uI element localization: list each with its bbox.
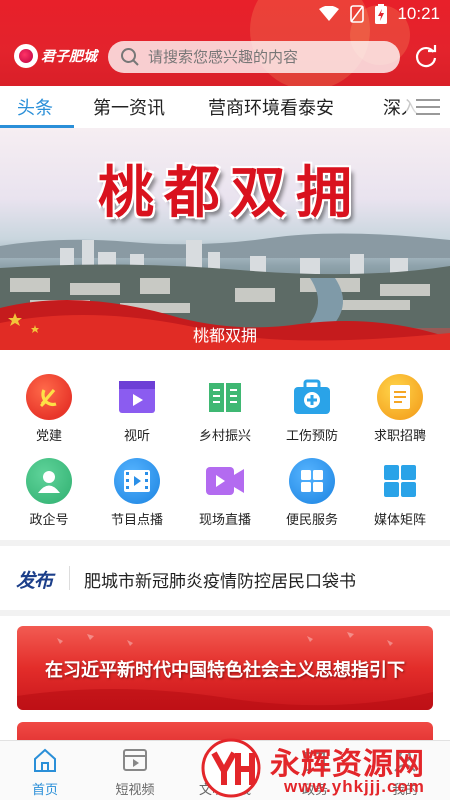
menu-icon <box>416 99 440 115</box>
grid-label: 节目点播 <box>110 513 163 528</box>
news-ticker[interactable]: 发布 肥城市新冠肺炎疫情防控居民口袋书 <box>0 546 450 610</box>
tab-business-environment[interactable]: 营商环境看泰安 <box>208 94 334 120</box>
grid-label: 便民服务 <box>285 513 338 528</box>
app-screen: 10:21 君子肥城 头条 第一资讯 营商环境看泰安 深入 <box>0 0 450 800</box>
nav-home[interactable]: 首页 <box>5 747 85 798</box>
banner-carousel[interactable]: 桃都双拥 桃都双拥 <box>0 128 450 350</box>
ticker-headline[interactable]: 肥城市新冠肺炎疫情防控居民口袋书 <box>84 567 356 592</box>
grid-item-live-broadcast[interactable]: 现场直播 <box>180 458 270 528</box>
app-logo[interactable]: 君子肥城 <box>14 44 97 68</box>
feature-banner-text: 在习近平新时代中国特色社会主义思想指引下 <box>45 660 405 681</box>
nav-short-video[interactable]: 短视频 <box>95 747 175 798</box>
news-feed: 在习近平新时代中国特色社会主义思想指引下 <box>0 616 450 750</box>
grid-label: 视听 <box>123 429 150 444</box>
book-icon <box>202 374 248 420</box>
search-icon <box>121 48 139 66</box>
person-icon <box>26 458 72 504</box>
grid-label: 媒体矩阵 <box>373 513 426 528</box>
banner-caption: 桃都双拥 <box>192 326 257 345</box>
logo-mark-icon <box>14 44 38 68</box>
watermark-logo-icon <box>201 738 261 798</box>
refresh-icon <box>416 45 437 68</box>
camera-icon <box>202 458 248 504</box>
header: 10:21 君子肥城 <box>0 0 450 86</box>
tab-headlines[interactable]: 头条 <box>17 94 53 120</box>
party-emblem-icon <box>26 374 72 420</box>
grid-label: 现场直播 <box>198 513 251 528</box>
grid-label: 求职招聘 <box>373 429 426 444</box>
short-video-icon <box>123 749 147 771</box>
no-signal-icon <box>350 5 365 23</box>
windows-grid-icon <box>289 458 335 504</box>
battery-icon <box>375 4 388 24</box>
grid-item-convenience-services[interactable]: 便民服务 <box>267 458 357 528</box>
tiles-icon <box>377 458 423 504</box>
grid-item-media-matrix[interactable]: 媒体矩阵 <box>355 458 445 528</box>
nav-label: 短视频 <box>115 783 155 798</box>
channel-menu-button[interactable] <box>406 86 450 128</box>
tab-first-news[interactable]: 第一资讯 <box>93 94 165 120</box>
feature-banner-card[interactable]: 在习近平新时代中国特色社会主义思想指引下 <box>17 626 433 710</box>
logo-text: 君子肥城 <box>41 49 97 65</box>
grid-item-program-on-demand[interactable]: 节目点播 <box>92 458 182 528</box>
grid-item-job-recruitment[interactable]: 求职招聘 <box>355 374 445 444</box>
refresh-button[interactable] <box>413 44 439 74</box>
service-grid: 党建 视听 乡村振兴 工伤预防 求职招聘 政企号 节目点播 现场直播 便民服务 … <box>0 350 450 540</box>
divider <box>69 566 70 590</box>
site-watermark: 永辉资源网 www.yhkjjj.com <box>200 737 450 800</box>
channel-tabs: 头条 第一资讯 营商环境看泰安 深入 <box>0 86 450 128</box>
home-icon <box>34 748 56 772</box>
grid-item-rural-revitalization[interactable]: 乡村振兴 <box>180 374 270 444</box>
grid-label: 乡村振兴 <box>198 429 251 444</box>
grid-label: 政企号 <box>29 513 69 528</box>
nav-label: 首页 <box>31 783 58 798</box>
wifi-icon <box>319 6 340 21</box>
grid-item-audio-video[interactable]: 视听 <box>92 374 182 444</box>
grid-item-work-injury-prevention[interactable]: 工伤预防 <box>267 374 357 444</box>
grid-label: 工伤预防 <box>285 429 338 444</box>
video-icon <box>114 374 160 420</box>
search-bar[interactable] <box>108 41 400 73</box>
grid-item-gov-enterprise-account[interactable]: 政企号 <box>4 458 94 528</box>
release-badge: 发布 <box>16 570 53 592</box>
banner-title: 桃都双拥 <box>98 160 362 226</box>
medical-kit-icon <box>289 374 335 420</box>
grid-label: 党建 <box>35 429 62 444</box>
grid-item-party-building[interactable]: 党建 <box>4 374 94 444</box>
document-icon <box>377 374 423 420</box>
search-input[interactable] <box>148 48 388 66</box>
status-bar: 10:21 <box>0 0 450 30</box>
watermark-url: www.yhkjjj.com <box>284 777 425 796</box>
film-icon <box>114 458 160 504</box>
status-time: 10:21 <box>397 4 440 23</box>
